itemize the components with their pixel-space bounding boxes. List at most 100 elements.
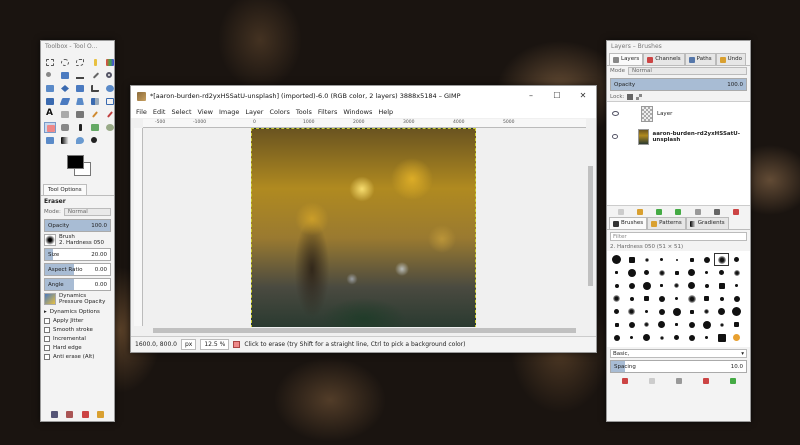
rect-select-tool-icon[interactable] (44, 57, 56, 68)
save-preset-icon[interactable] (51, 411, 59, 418)
paths-tool-icon[interactable] (74, 70, 86, 81)
perspective-tool-icon[interactable] (74, 96, 86, 107)
tab-undo[interactable]: Undo (715, 53, 746, 65)
pencil-tool-icon[interactable] (89, 109, 101, 120)
brush-row[interactable]: Brush 2. Hardness 050 (44, 234, 111, 246)
minimize-icon[interactable]: – (518, 86, 544, 106)
cage-tool-icon[interactable] (104, 96, 116, 107)
brush-thumbnail[interactable] (655, 267, 668, 278)
ellipse-select-tool-icon[interactable] (59, 57, 71, 68)
heal-tool-icon[interactable] (59, 109, 71, 120)
brush-thumbnail[interactable] (610, 332, 623, 343)
brush-thumbnail[interactable] (700, 306, 713, 317)
brush-thumbnail[interactable] (625, 306, 638, 317)
clone-tool-icon[interactable] (74, 109, 86, 120)
lock-pixels-icon[interactable] (627, 94, 634, 100)
image-window-titlebar[interactable]: *[aaron-burden-rd2yxHSSatU-unsplash] (im… (131, 86, 596, 106)
menu-view[interactable]: View (198, 108, 213, 116)
lower-layer-icon[interactable] (675, 208, 682, 215)
anchor-layer-icon[interactable] (714, 208, 721, 215)
brush-thumbnail[interactable] (640, 254, 653, 265)
tab-channels[interactable]: Channels (643, 53, 685, 65)
visibility-eye-icon[interactable] (612, 134, 619, 139)
aspect-ratio-slider[interactable]: Aspect Ratio 0.00 (44, 263, 111, 276)
brush-thumbnail[interactable] (610, 306, 623, 317)
brush-thumbnail[interactable] (625, 280, 638, 291)
brush-thumbnail[interactable] (670, 254, 683, 265)
airbrush-tool-icon[interactable] (59, 122, 71, 133)
tab-brushes[interactable]: Brushes (609, 217, 648, 229)
blend-tool-icon[interactable] (59, 135, 71, 146)
brush-thumbnail[interactable] (640, 280, 653, 291)
brush-thumbnail[interactable] (730, 267, 743, 278)
toolbox-title[interactable]: Toolbox - Tool O... (41, 41, 114, 53)
checkbox-smooth-stroke[interactable]: Smooth stroke (41, 325, 114, 334)
ink-tool-icon[interactable] (74, 122, 86, 133)
brush-preview-icon[interactable] (44, 234, 56, 246)
brush-thumbnail[interactable] (700, 280, 713, 291)
brush-set-select[interactable]: Basic, ▾ (610, 349, 747, 358)
foreground-select-tool-icon[interactable] (59, 70, 71, 81)
color-select-tool-icon[interactable] (104, 57, 116, 68)
raise-layer-icon[interactable] (656, 208, 663, 215)
brush-thumbnail[interactable] (700, 254, 713, 265)
shear-tool-icon[interactable] (59, 96, 71, 107)
smudge-tool-icon[interactable] (104, 122, 116, 133)
delete-layer-icon[interactable] (733, 208, 740, 215)
brush-grid[interactable] (607, 251, 750, 347)
checkbox-hard-edge[interactable]: Hard edge (41, 343, 114, 352)
refresh-brushes-icon[interactable] (729, 377, 736, 384)
move-tool-icon[interactable] (59, 83, 71, 94)
zoom-select[interactable]: 12.5 % (200, 339, 230, 350)
brush-thumbnail[interactable] (730, 306, 743, 317)
align-tool-icon[interactable] (74, 83, 86, 94)
brush-thumbnail[interactable] (610, 267, 623, 278)
brush-thumbnail[interactable] (730, 280, 743, 291)
brush-thumbnail[interactable] (640, 306, 653, 317)
vertical-scrollbar[interactable] (587, 128, 594, 326)
brush-thumbnail[interactable] (610, 254, 623, 265)
edit-brush-icon[interactable] (621, 377, 628, 384)
brush-thumbnail[interactable] (715, 280, 728, 291)
menu-file[interactable]: File (136, 108, 147, 116)
brush-thumbnail[interactable] (655, 280, 668, 291)
menu-filters[interactable]: Filters (318, 108, 337, 116)
measure-tool-icon[interactable] (44, 83, 56, 94)
brush-thumbnail[interactable] (685, 254, 698, 265)
checkbox-incremental[interactable]: Incremental (41, 334, 114, 343)
brush-thumbnail[interactable] (700, 293, 713, 304)
brush-thumbnail[interactable] (655, 319, 668, 330)
brush-spacing-slider[interactable]: Spacing 10.0 (610, 360, 747, 373)
brush-thumbnail[interactable] (700, 267, 713, 278)
scale-tool-icon[interactable] (44, 96, 56, 107)
size-slider[interactable]: Size 20.00 (44, 248, 111, 261)
brush-thumbnail[interactable] (625, 254, 638, 265)
brush-thumbnail[interactable] (715, 306, 728, 317)
lock-alpha-icon[interactable] (636, 94, 643, 100)
checkbox-icon[interactable] (44, 353, 50, 360)
opacity-slider[interactable]: Opacity 100.0 (44, 219, 111, 232)
tab-tool-options[interactable]: Tool Options (43, 184, 87, 195)
vertical-ruler[interactable] (134, 128, 143, 326)
scissors-tool-icon[interactable] (44, 70, 56, 81)
flip-tool-icon[interactable] (89, 96, 101, 107)
dynamics-row[interactable]: Dynamics Pressure Opacity (44, 293, 111, 305)
new-brush-icon[interactable] (648, 377, 655, 384)
horizontal-ruler[interactable]: -500 -1000 0 1000 2000 3000 4000 5000 (143, 119, 586, 128)
rotate-tool-icon[interactable] (104, 83, 116, 94)
foreground-color-swatch[interactable] (67, 155, 84, 169)
menu-layer[interactable]: Layer (245, 108, 263, 116)
brush-thumbnail[interactable] (625, 267, 638, 278)
brush-thumbnail[interactable] (685, 293, 698, 304)
delete-brush-icon[interactable] (702, 377, 709, 384)
brush-thumbnail[interactable] (730, 254, 743, 265)
color-picker-tool-icon[interactable] (89, 70, 101, 81)
brush-thumbnail[interactable] (670, 306, 683, 317)
horizontal-scroll-thumb[interactable] (153, 328, 576, 333)
brush-thumbnail[interactable] (670, 293, 683, 304)
duplicate-layer-icon[interactable] (694, 208, 701, 215)
brush-thumbnail[interactable] (640, 332, 653, 343)
close-icon[interactable]: ✕ (570, 86, 596, 106)
brush-thumbnail[interactable] (730, 319, 743, 330)
checkbox-icon[interactable] (44, 344, 50, 351)
